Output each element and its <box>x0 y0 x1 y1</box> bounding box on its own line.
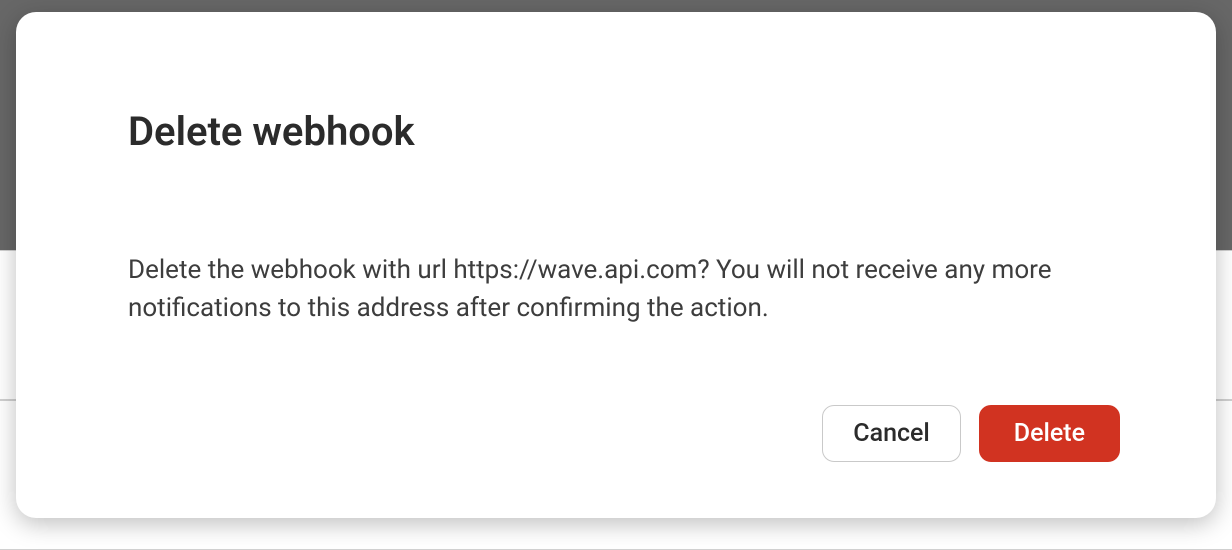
dialog-action-bar: Cancel Delete <box>128 405 1120 463</box>
delete-webhook-dialog: Delete webhook Delete the webhook with u… <box>16 12 1216 518</box>
dialog-title: Delete webhook <box>128 108 1120 156</box>
dialog-body-text: Delete the webhook with url https://wave… <box>128 252 1108 327</box>
cancel-button[interactable]: Cancel <box>822 405 961 463</box>
delete-button[interactable]: Delete <box>979 405 1120 463</box>
